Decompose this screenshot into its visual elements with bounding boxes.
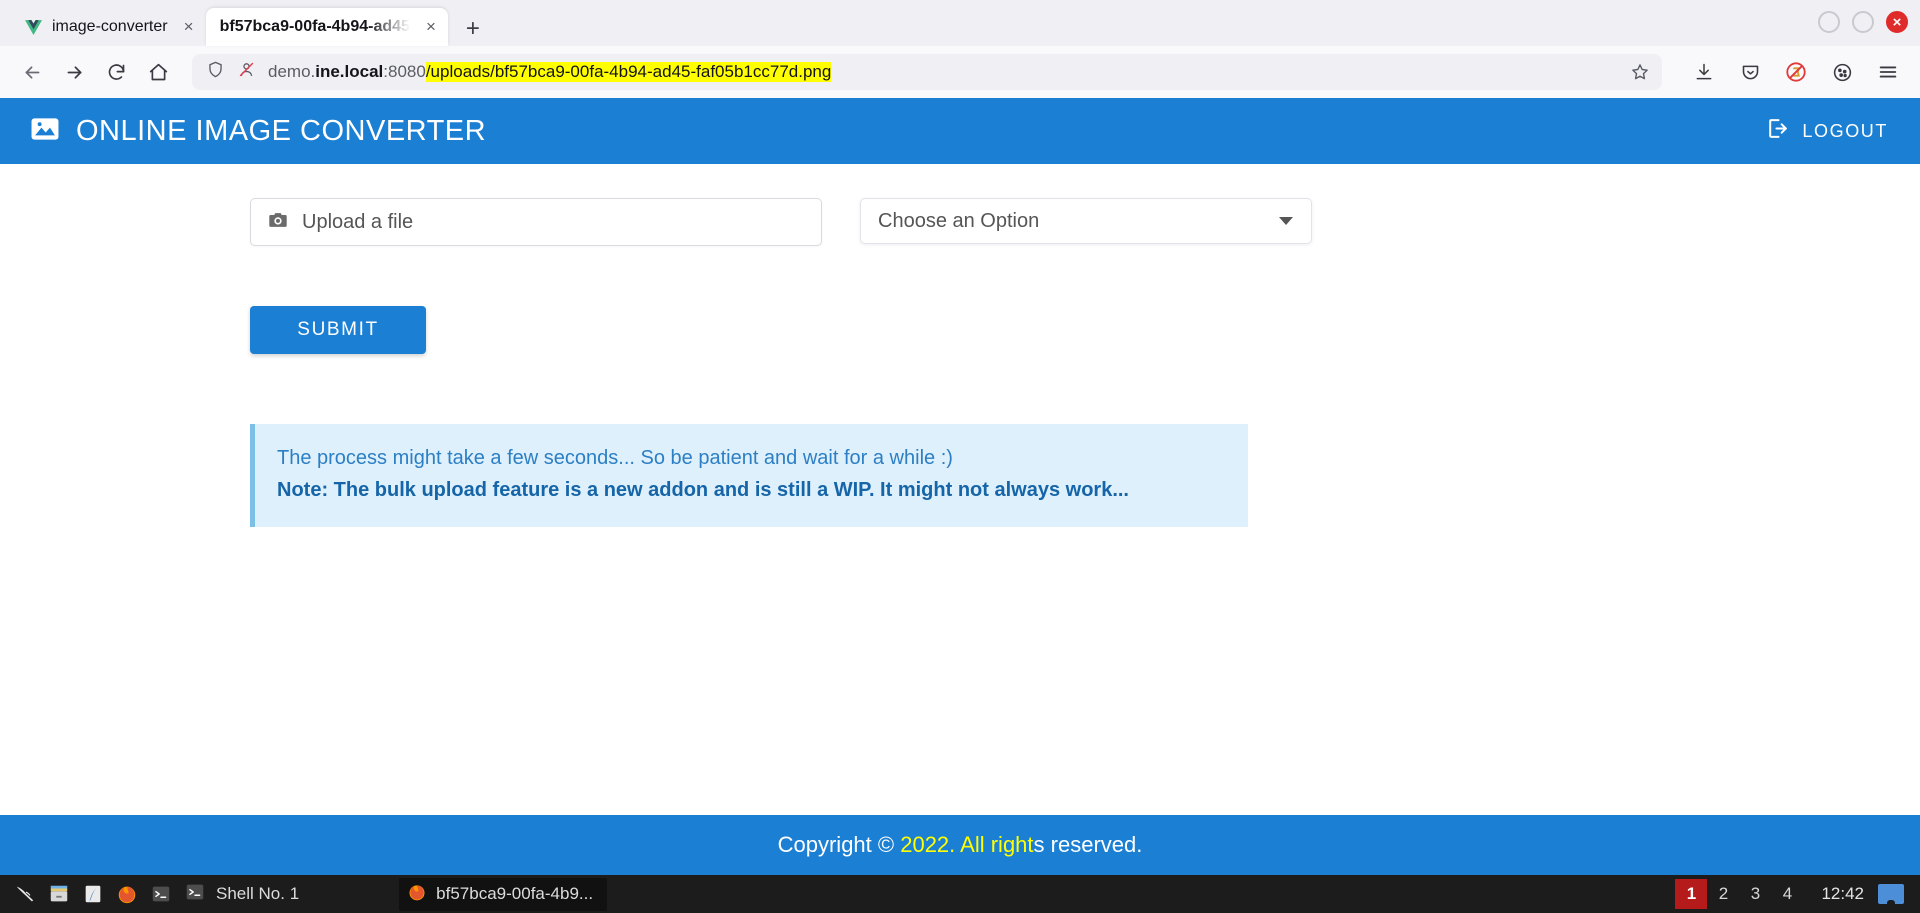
alert-line-1: The process might take a few seconds... … bbox=[277, 447, 953, 469]
copyright-suffix: s reserved. bbox=[1033, 832, 1143, 857]
address-bar[interactable]: demo. ine.local:8080/uploads/bf57bca9-00f… bbox=[192, 54, 1662, 90]
taskbar-shell-window[interactable]: Shell No. 1 bbox=[178, 881, 309, 908]
brand: ONLINE IMAGE CONVERTER bbox=[28, 112, 486, 151]
copyright-highlighted: 2022. All right bbox=[900, 832, 1034, 857]
logout-button[interactable]: LOGOUT bbox=[1759, 108, 1894, 154]
clock[interactable]: 12:42 bbox=[1803, 884, 1878, 904]
navigation-toolbar: demo. ine.local:8080/uploads/bf57bca9-00f… bbox=[0, 46, 1920, 98]
chevron-down-icon bbox=[1279, 217, 1293, 225]
main-content: Upload a file Choose an Option SUBMIT Th… bbox=[0, 164, 1920, 875]
browser-toolbar-icons bbox=[1678, 54, 1906, 90]
copyright-text: Copyright © 2022. All rights reserved. bbox=[778, 832, 1143, 858]
browser-tab-image-converter[interactable]: image-converter × bbox=[10, 8, 206, 46]
workspace-2-button[interactable]: 2 bbox=[1707, 879, 1739, 909]
image-icon bbox=[28, 112, 62, 151]
app-footer: Copyright © 2022. All rights reserved. bbox=[0, 815, 1920, 875]
bookmark-star-icon[interactable] bbox=[1624, 56, 1656, 88]
taskbar-status-area: 1 2 3 4 12:42 bbox=[1675, 879, 1912, 909]
url-subdomain: demo. bbox=[268, 62, 316, 81]
minimize-button[interactable] bbox=[1818, 11, 1840, 33]
camera-icon bbox=[267, 209, 289, 236]
tab-close-icon[interactable]: × bbox=[178, 16, 200, 38]
kali-menu-icon[interactable] bbox=[8, 877, 42, 911]
browser-window: image-converter × bf57bca9-00fa-4b94-ad4… bbox=[0, 0, 1920, 875]
workspace-4-button[interactable]: 4 bbox=[1771, 879, 1803, 909]
text-editor-icon[interactable] bbox=[76, 877, 110, 911]
app-header: ONLINE IMAGE CONVERTER LOGOUT bbox=[0, 98, 1920, 164]
file-upload-input[interactable]: Upload a file bbox=[250, 198, 822, 246]
taskbar-browser-window[interactable]: bf57bca9-00fa-4b9... bbox=[399, 877, 608, 911]
logout-icon bbox=[1765, 116, 1790, 146]
tab-close-icon[interactable]: × bbox=[420, 16, 442, 38]
url-host: ine.local bbox=[315, 62, 384, 81]
reload-button[interactable] bbox=[98, 54, 134, 90]
option-select[interactable]: Choose an Option bbox=[860, 198, 1312, 244]
tab-strip: image-converter × bf57bca9-00fa-4b94-ad4… bbox=[0, 0, 1920, 46]
taskbar-window-label: bf57bca9-00fa-4b9... bbox=[436, 884, 594, 903]
maximize-button[interactable] bbox=[1852, 11, 1874, 33]
display-icon[interactable] bbox=[1878, 884, 1904, 904]
downloads-icon[interactable] bbox=[1686, 54, 1722, 90]
workspace-3-button[interactable]: 3 bbox=[1739, 879, 1771, 909]
vuejs-icon bbox=[24, 18, 42, 36]
shield-icon[interactable] bbox=[206, 60, 225, 84]
terminal-icon[interactable] bbox=[144, 877, 178, 911]
taskbar-shell-label: Shell No. 1 bbox=[216, 884, 300, 903]
home-button[interactable] bbox=[140, 54, 176, 90]
logout-label: LOGOUT bbox=[1802, 120, 1888, 141]
converter-form: Upload a file Choose an Option bbox=[250, 198, 1920, 246]
back-button[interactable] bbox=[14, 54, 50, 90]
copyright-prefix: Copyright © bbox=[777, 832, 901, 857]
url-port: :8080 bbox=[383, 62, 426, 81]
pocket-icon[interactable] bbox=[1732, 54, 1768, 90]
desktop-taskbar: Shell No. 1 bf57bca9-00fa-4b9... 1 2 3 4… bbox=[0, 875, 1920, 913]
file-upload-label: Upload a file bbox=[302, 210, 414, 233]
terminal-icon bbox=[184, 881, 206, 908]
workspace-1-button[interactable]: 1 bbox=[1675, 879, 1708, 909]
containers-icon[interactable] bbox=[1824, 54, 1860, 90]
firefox-icon bbox=[407, 882, 427, 907]
info-alert: The process might take a few seconds... … bbox=[250, 424, 1248, 527]
insecure-connection-icon[interactable] bbox=[237, 60, 256, 84]
tab-label: image-converter bbox=[52, 18, 168, 35]
close-window-button[interactable]: × bbox=[1886, 11, 1908, 33]
window-controls: × bbox=[1818, 11, 1908, 33]
forward-button[interactable] bbox=[56, 54, 92, 90]
noscript-icon[interactable] bbox=[1778, 54, 1814, 90]
file-manager-icon[interactable] bbox=[42, 877, 76, 911]
submit-button[interactable]: SUBMIT bbox=[250, 306, 426, 354]
option-select-value: Choose an Option bbox=[878, 209, 1040, 232]
firefox-icon[interactable] bbox=[110, 877, 144, 911]
page-title: ONLINE IMAGE CONVERTER bbox=[76, 114, 487, 147]
browser-tab-uploaded-image[interactable]: bf57bca9-00fa-4b94-ad45 × bbox=[205, 8, 448, 46]
url-text: demo. ine.local:8080/uploads/bf57bca9-00f… bbox=[268, 62, 1624, 82]
web-page-content: ONLINE IMAGE CONVERTER LOGOUT Upload a f… bbox=[0, 98, 1920, 875]
alert-line-2: Note: The bulk upload feature is a new a… bbox=[277, 479, 1129, 501]
menu-icon[interactable] bbox=[1870, 54, 1906, 90]
new-tab-button[interactable]: + bbox=[456, 12, 490, 46]
url-path-highlighted: /uploads/bf57bca9-00fa-4b94-ad45-faf05b1… bbox=[425, 62, 832, 82]
tab-label: bf57bca9-00fa-4b94-ad45 bbox=[219, 18, 410, 35]
